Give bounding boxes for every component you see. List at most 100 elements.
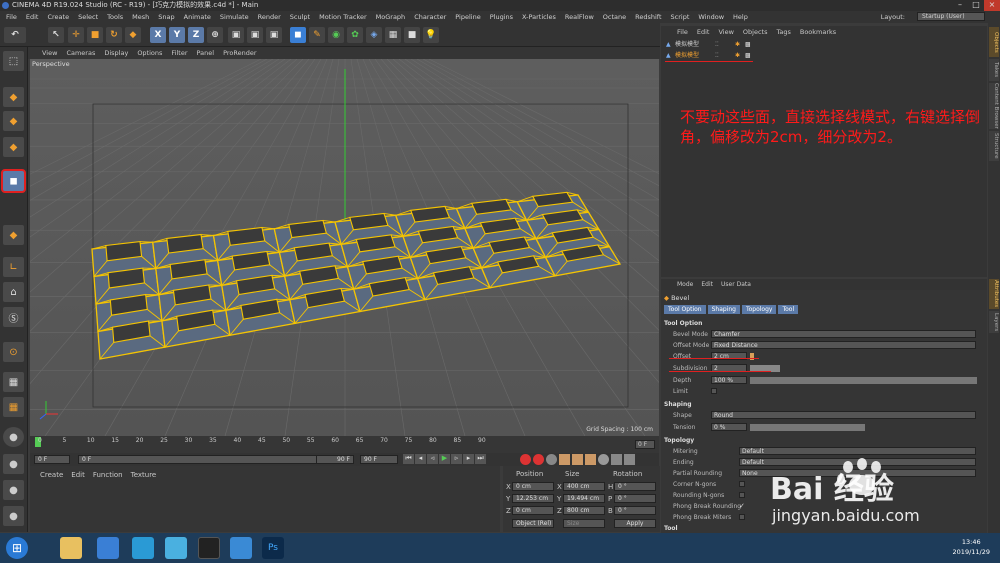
tension-field[interactable]: 0 % <box>711 423 747 431</box>
depth-field[interactable]: 100 % <box>711 376 747 384</box>
viewport-menu-panel[interactable]: Panel <box>197 49 215 57</box>
deformer-button[interactable]: ◈ <box>366 27 382 43</box>
maximize-button[interactable]: □ <box>968 0 984 11</box>
menu-mograph[interactable]: MoGraph <box>376 13 406 21</box>
render-picture-button[interactable]: ▣ <box>247 27 263 43</box>
menu-animate[interactable]: Animate <box>184 13 211 21</box>
viewport-menu-view[interactable]: View <box>42 49 57 57</box>
material-menu-edit[interactable]: Edit <box>71 471 85 479</box>
minimize-button[interactable]: – <box>952 0 968 11</box>
viewport-menu-filter[interactable]: Filter <box>171 49 187 57</box>
media-player-icon[interactable] <box>97 537 119 559</box>
shape-dropdown[interactable]: Round <box>711 411 976 419</box>
attr-menu-mode[interactable]: Mode <box>677 281 693 288</box>
menu-redshift[interactable]: Redshift <box>635 13 661 21</box>
phong-tag-icon[interactable]: ✱ <box>735 40 740 50</box>
texture-mode-button[interactable]: ◆ <box>3 111 24 131</box>
tab-attributes-side[interactable]: Attributes <box>989 279 999 309</box>
play-icon[interactable]: ▶ <box>439 454 450 464</box>
pen-button[interactable]: ✎ <box>309 27 325 43</box>
texture-tag-icon[interactable]: ▩ <box>745 40 751 50</box>
rot-b-field[interactable]: 0 ° <box>614 506 656 515</box>
phong-break-rounding-checkbox[interactable]: ✓ <box>739 502 745 511</box>
object-menu-file[interactable]: File <box>677 28 688 36</box>
phong-break-miters-checkbox[interactable] <box>739 514 745 520</box>
object-menu-view[interactable]: View <box>718 28 733 36</box>
menu-plugins[interactable]: Plugins <box>490 13 513 21</box>
cube-button[interactable]: ◼ <box>290 27 306 43</box>
visibility-dots-icon[interactable]: ⁚⁚ <box>715 40 719 50</box>
sphere-1-icon[interactable]: ● <box>3 427 24 447</box>
end-frame-b-field[interactable]: 90 F <box>360 455 398 464</box>
menu-script[interactable]: Script <box>671 13 690 21</box>
menu-render[interactable]: Render <box>258 13 281 21</box>
auto-key-icon[interactable] <box>533 454 544 465</box>
array-button[interactable]: ✿ <box>347 27 363 43</box>
system-clock[interactable]: 13:46 2019/11/29 <box>953 537 990 557</box>
timeline-ruler[interactable]: 0 F 0 5 10 15 20 25 30 35 40 45 50 55 60 65 70 75 80 85 90 <box>30 436 659 453</box>
axis-y-button[interactable]: Y <box>169 27 185 43</box>
menu-file[interactable]: File <box>6 13 17 21</box>
phong-tag-icon[interactable]: ✱ <box>735 51 740 61</box>
depth-slider[interactable] <box>750 377 977 384</box>
points-mode-button[interactable]: ◼ <box>3 171 24 191</box>
object-row[interactable]: ▲ 模拟模型 ⁚⁚ ✱ ▩ <box>665 40 751 50</box>
offset-mode-dropdown[interactable]: Fixed Distance <box>711 341 976 349</box>
viewport-menu-prorender[interactable]: ProRender <box>223 49 256 57</box>
limit-checkbox[interactable] <box>711 388 717 394</box>
pla-key-icon[interactable] <box>611 454 622 465</box>
photoshop-icon[interactable]: Ps <box>262 537 284 559</box>
sphere-3-icon[interactable]: ● <box>3 480 24 500</box>
rotate-tool-button[interactable]: ↻ <box>106 27 122 43</box>
texture-tag-icon[interactable]: ▩ <box>745 51 751 61</box>
camera-button[interactable]: ■ <box>404 27 420 43</box>
prev-frame-icon[interactable]: ◃ <box>427 454 438 464</box>
menu-edit[interactable]: Edit <box>26 13 39 21</box>
mitering-dropdown[interactable]: Default <box>739 447 976 455</box>
edges-mode-button[interactable]: ∟ <box>3 257 24 277</box>
tab-content-browser-side[interactable]: Content Browser <box>989 83 999 129</box>
rotate-key-icon[interactable] <box>585 454 596 465</box>
bevel-mode-dropdown[interactable]: Chamfer <box>711 330 976 338</box>
menu-snap[interactable]: Snap <box>158 13 174 21</box>
menu-tools[interactable]: Tools <box>107 13 123 21</box>
explorer-icon[interactable] <box>60 537 82 559</box>
floor-button[interactable]: ▦ <box>385 27 401 43</box>
timeline-frame-field[interactable]: 0 F <box>635 440 655 449</box>
timeline-menu-icon[interactable] <box>624 454 635 465</box>
rot-h-field[interactable]: 0 ° <box>614 482 656 491</box>
rot-p-field[interactable]: 0 ° <box>614 494 656 503</box>
coord-system-button[interactable]: ⊕ <box>207 27 223 43</box>
workplane-button[interactable]: ▦ <box>3 372 24 392</box>
start-frame-field[interactable]: 0 F <box>34 455 70 464</box>
goto-end-icon[interactable]: ⏭ <box>475 454 486 464</box>
size-x-field[interactable]: 400 cm <box>563 482 605 491</box>
model-mode-button[interactable]: ◆ <box>3 87 24 107</box>
tab-objects-side[interactable]: Objects <box>989 27 999 57</box>
apply-button[interactable]: Apply <box>614 519 656 528</box>
size-z-field[interactable]: 800 cm <box>563 506 605 515</box>
menu-create[interactable]: Create <box>47 13 69 21</box>
cloud-app-icon[interactable] <box>165 537 187 559</box>
menu-motion-tracker[interactable]: Motion Tracker <box>319 13 367 21</box>
tab-shaping[interactable]: Shaping <box>707 305 740 314</box>
layout-dropdown[interactable]: Startup (User) <box>917 12 985 21</box>
light-icon[interactable]: 💡 <box>423 27 439 43</box>
tab-structure-side[interactable]: Structure <box>989 131 999 161</box>
move-tool-button[interactable]: ✛ <box>68 27 84 43</box>
param-key-icon[interactable] <box>598 454 609 465</box>
render-settings-button[interactable]: ▣ <box>266 27 282 43</box>
object-row[interactable]: ▲ 模拟模型 ⁚⁚ ✱ ▩ <box>665 51 751 61</box>
menu-character[interactable]: Character <box>414 13 446 21</box>
tweak-mode-button[interactable]: ⌂ <box>3 282 24 302</box>
layout-selector[interactable]: Layout: Startup (User) <box>881 12 994 21</box>
material-menu-create[interactable]: Create <box>40 471 63 479</box>
make-editable-button[interactable]: ⬚ <box>3 51 24 71</box>
tab-tool[interactable]: Tool <box>778 305 799 314</box>
axis-mode-button[interactable]: ⊙ <box>3 342 24 362</box>
tab-topology[interactable]: Topology <box>741 305 777 314</box>
windows-start-icon[interactable]: ⊞ <box>6 537 28 559</box>
solo-button[interactable]: ▦ <box>3 397 24 417</box>
next-frame-icon[interactable]: ▹ <box>451 454 462 464</box>
render-view-button[interactable]: ▣ <box>228 27 244 43</box>
